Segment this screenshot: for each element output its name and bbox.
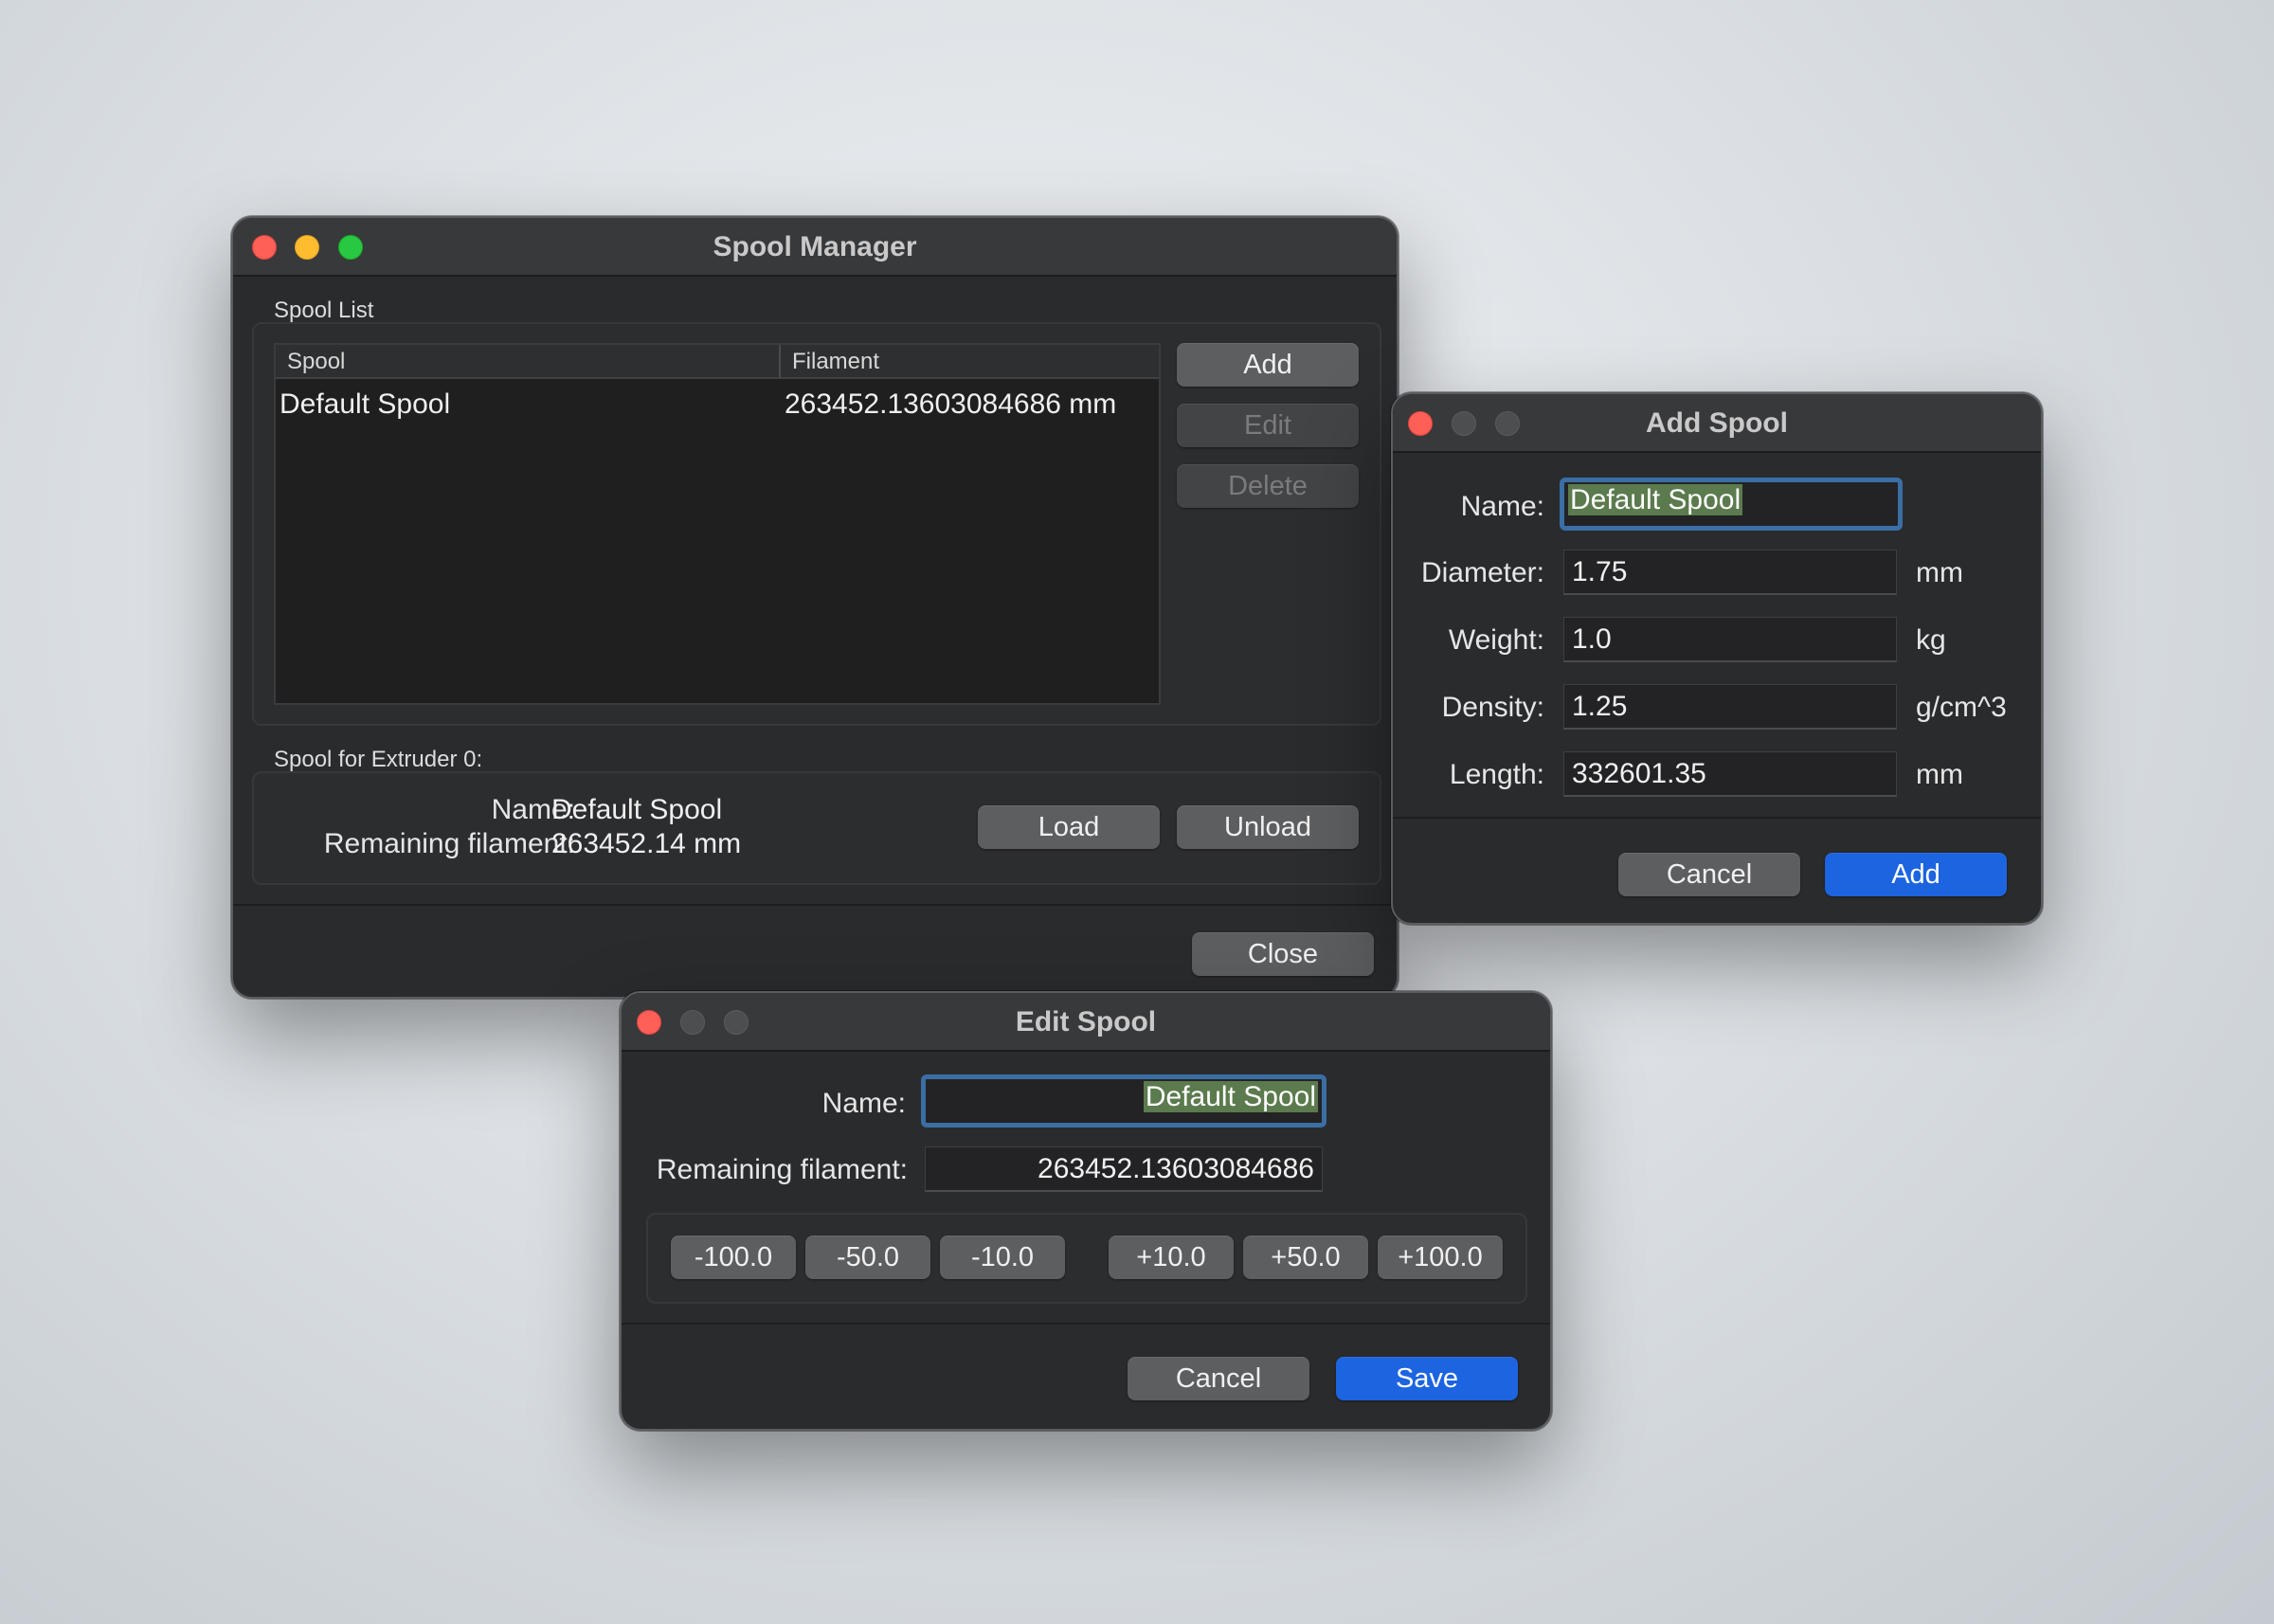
spool-list-label: Spool List: [274, 298, 374, 323]
table-row[interactable]: Default Spool 263452.13603084686 mm: [276, 381, 1159, 424]
density-unit: g/cm^3: [1916, 692, 2007, 723]
delete-button[interactable]: Delete: [1177, 464, 1359, 508]
length-unit: mm: [1916, 759, 1963, 790]
density-field[interactable]: 1.25: [1563, 684, 1897, 730]
extruder-name-label: Name:: [491, 794, 575, 825]
weight-field[interactable]: 1.0: [1563, 617, 1897, 662]
remaining-filament-label: Remaining filament:: [656, 1154, 908, 1185]
window-title: Add Spool: [1646, 407, 1788, 439]
remaining-filament-field[interactable]: 263452.13603084686: [925, 1146, 1323, 1192]
spool-name-cell: Default Spool: [280, 388, 451, 420]
divider: [1393, 817, 2041, 819]
window-title: Edit Spool: [1015, 1006, 1157, 1038]
diameter-field[interactable]: 1.75: [1563, 550, 1897, 595]
selected-text: Default Spool: [1143, 1081, 1318, 1112]
column-header-spool[interactable]: Spool: [276, 345, 781, 379]
add-button[interactable]: Add: [1177, 343, 1359, 387]
length-label: Length:: [1449, 759, 1544, 790]
plus-10-button[interactable]: +10.0: [1109, 1236, 1234, 1279]
spool-manager-window: Spool Manager Spool List Spool Filament …: [231, 216, 1399, 999]
divider: [233, 904, 1397, 906]
name-field[interactable]: Default Spool: [921, 1074, 1326, 1128]
column-header-filament[interactable]: Filament: [781, 345, 1159, 379]
plus-50-button[interactable]: +50.0: [1243, 1236, 1368, 1279]
cancel-button[interactable]: Cancel: [1618, 853, 1800, 896]
window-title: Spool Manager: [713, 231, 917, 262]
plus-100-button[interactable]: +100.0: [1378, 1236, 1503, 1279]
filament-cell: 263452.13603084686 mm: [785, 388, 1117, 420]
diameter-label: Diameter:: [1420, 557, 1544, 588]
edit-spool-titlebar[interactable]: Edit Spool: [622, 993, 1550, 1052]
name-label: Name:: [1460, 491, 1544, 522]
load-button[interactable]: Load: [978, 805, 1160, 849]
remaining-filament-label: Remaining filament:: [323, 828, 575, 859]
add-spool-window: Add Spool Name: Default Spool Diameter: …: [1391, 392, 2043, 925]
add-button[interactable]: Add: [1825, 853, 2007, 896]
name-label: Name:: [821, 1088, 906, 1119]
weight-unit: kg: [1916, 624, 1946, 656]
unload-button[interactable]: Unload: [1177, 805, 1359, 849]
add-spool-titlebar[interactable]: Add Spool: [1393, 394, 2041, 453]
cancel-button[interactable]: Cancel: [1128, 1357, 1309, 1400]
spool-manager-titlebar[interactable]: Spool Manager: [233, 218, 1397, 277]
minus-50-button[interactable]: -50.0: [805, 1236, 930, 1279]
name-field[interactable]: Default Spool: [1560, 478, 1903, 531]
extruder-label: Spool for Extruder 0:: [274, 747, 483, 772]
density-label: Density:: [1441, 692, 1544, 723]
minus-10-button[interactable]: -10.0: [940, 1236, 1065, 1279]
diameter-unit: mm: [1916, 557, 1963, 588]
minus-100-button[interactable]: -100.0: [671, 1236, 796, 1279]
spool-table[interactable]: Spool Filament Default Spool 263452.1360…: [274, 343, 1161, 705]
divider: [622, 1323, 1550, 1325]
close-button[interactable]: Close: [1192, 932, 1374, 976]
selected-text: Default Spool: [1568, 484, 1743, 515]
save-button[interactable]: Save: [1336, 1357, 1518, 1400]
extruder-name-value: Default Spool: [551, 794, 723, 825]
edit-button[interactable]: Edit: [1177, 404, 1359, 447]
remaining-filament-value: 263452.14 mm: [551, 828, 742, 859]
length-field[interactable]: 332601.35: [1563, 751, 1897, 797]
edit-spool-window: Edit Spool Name: Default Spool Remaining…: [620, 991, 1552, 1431]
weight-label: Weight:: [1448, 624, 1544, 656]
